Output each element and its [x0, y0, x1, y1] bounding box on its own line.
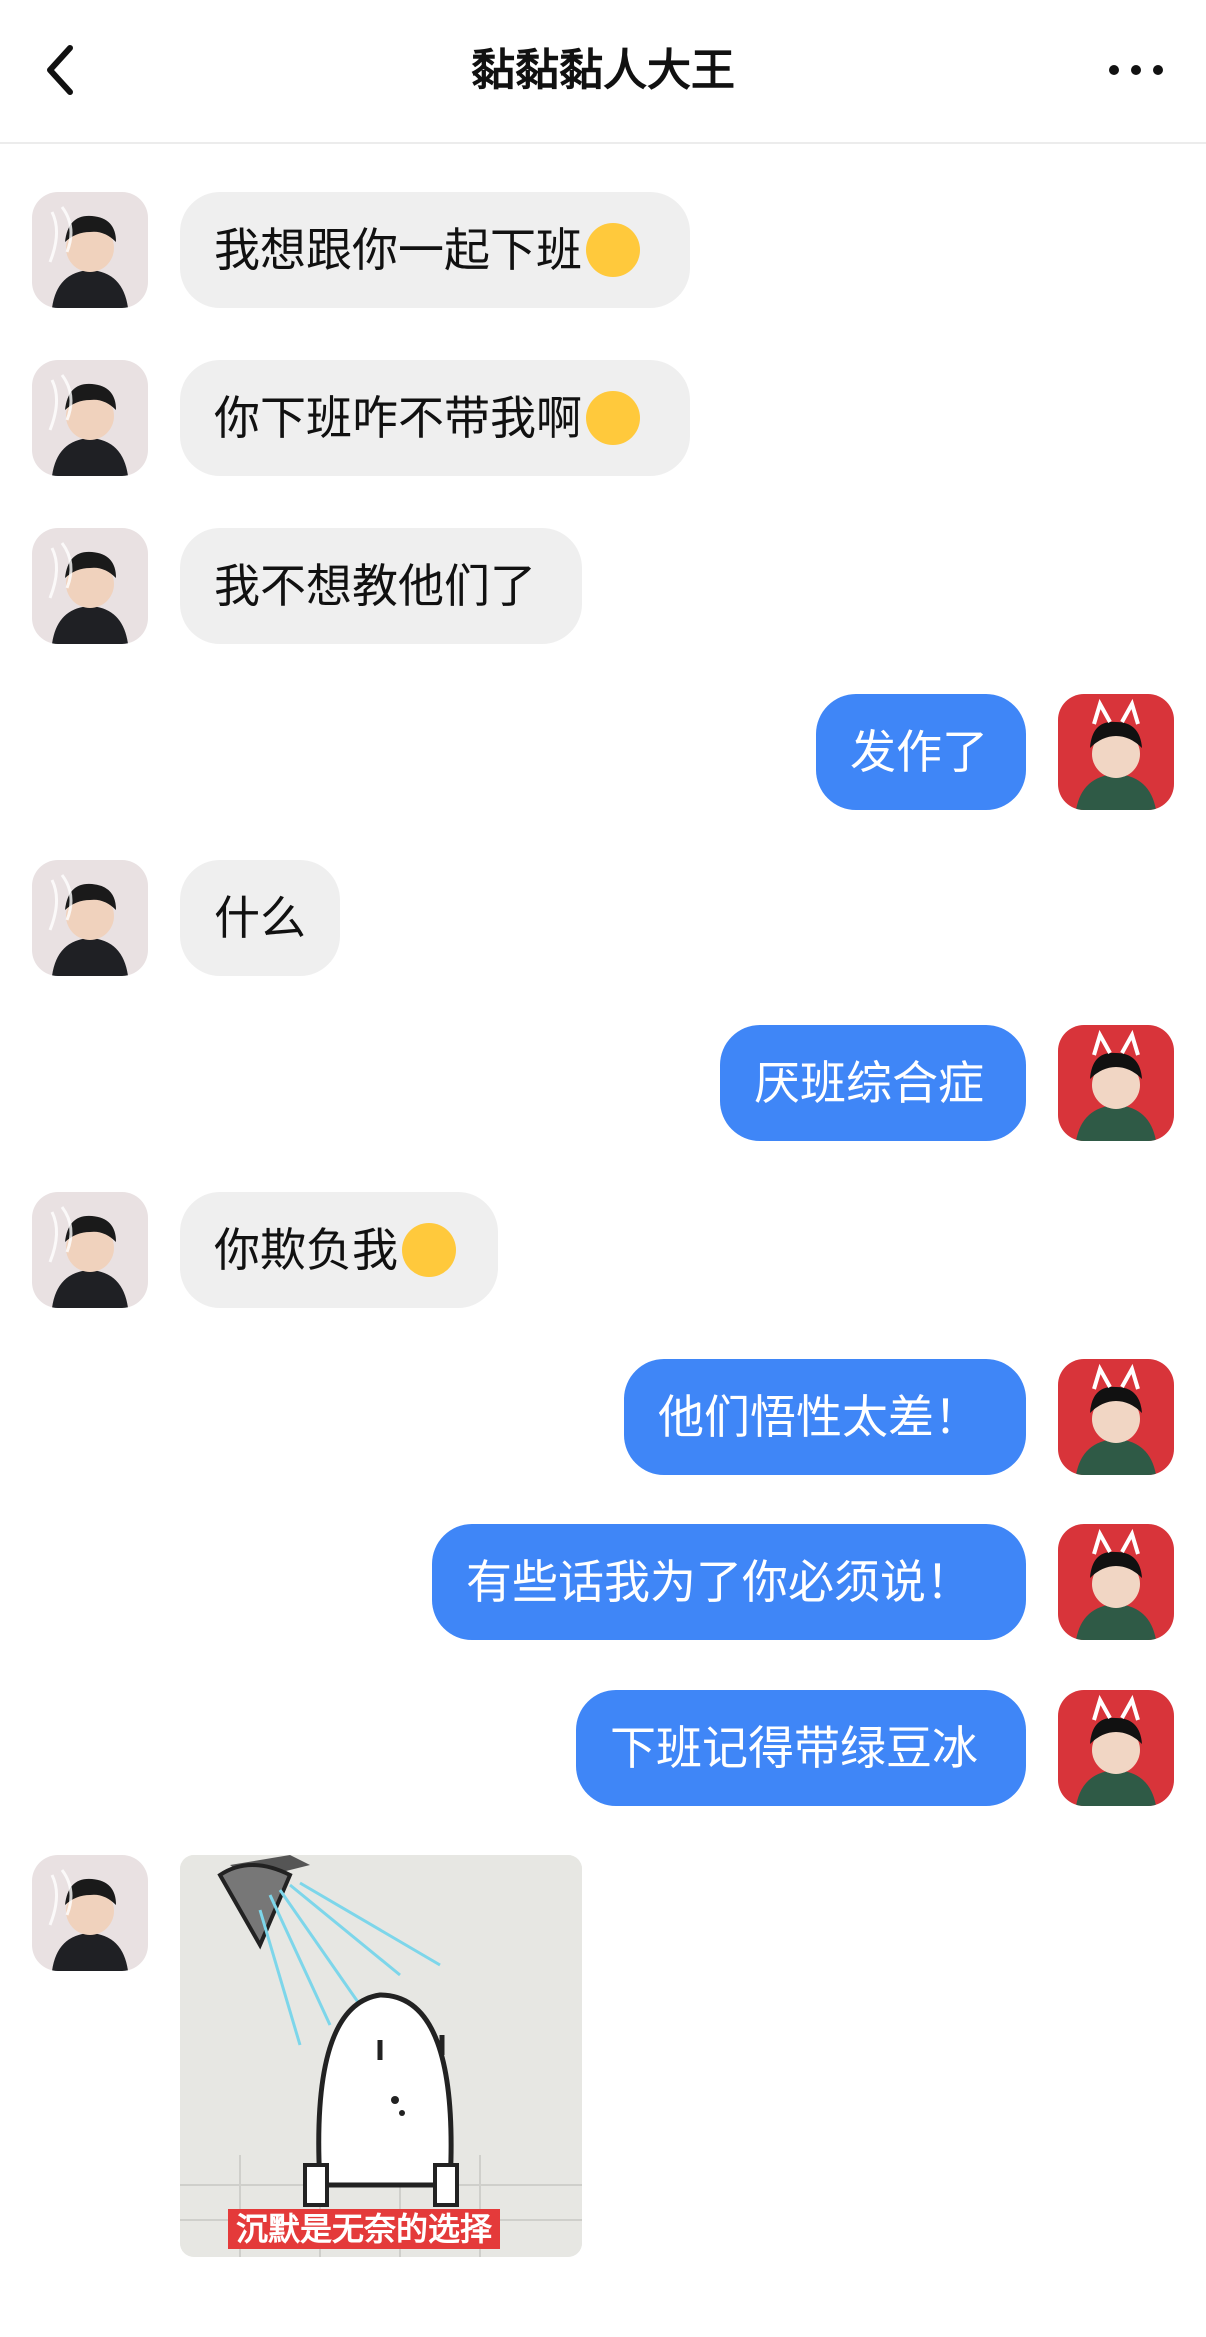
message-text: 有些话我为了你必须说！ — [466, 1555, 972, 1609]
crying-emoji-icon — [586, 222, 640, 277]
more-button[interactable] — [1096, 40, 1176, 100]
message-text: 你下班咋不带我啊 — [214, 391, 582, 445]
contact-avatar[interactable] — [32, 192, 148, 308]
message-text: 你欺负我 — [214, 1223, 398, 1277]
my-avatar[interactable] — [1058, 1359, 1174, 1475]
shower-ghost-illustration — [180, 1855, 582, 2257]
contact-avatar[interactable] — [32, 360, 148, 476]
message-bubble-incoming[interactable]: 我想跟你一起下班 — [180, 192, 690, 308]
message-bubble-incoming[interactable]: 我不想教他们了 — [180, 528, 582, 644]
message-bubble-incoming[interactable]: 你下班咋不带我啊 — [180, 360, 690, 476]
message-text: 发作了 — [850, 725, 988, 779]
message-bubble-outgoing[interactable]: 下班记得带绿豆冰 — [576, 1690, 1026, 1806]
message-text: 我想跟你一起下班 — [214, 223, 582, 277]
crying-emoji-icon — [402, 1222, 456, 1277]
contact-avatar[interactable] — [32, 528, 148, 644]
message-bubble-outgoing[interactable]: 有些话我为了你必须说！ — [432, 1524, 1026, 1640]
message-text: 我不想教他们了 — [214, 559, 536, 613]
my-avatar[interactable] — [1058, 1690, 1174, 1806]
message-text: 厌班综合症 — [754, 1056, 984, 1110]
message-text: 他们悟性太差！ — [658, 1390, 980, 1444]
contact-avatar[interactable] — [32, 860, 148, 976]
crying-emoji-icon — [586, 390, 640, 445]
message-bubble-incoming[interactable]: 你欺负我 — [180, 1192, 498, 1308]
contact-avatar[interactable] — [32, 1855, 148, 1971]
sticker-image[interactable]: 沉默是无奈的选择 — [180, 1855, 582, 2257]
contact-avatar[interactable] — [32, 1192, 148, 1308]
chat-header: 黏黏黏人大王 — [0, 0, 1206, 144]
more-dots-icon — [1109, 65, 1163, 75]
message-bubble-outgoing[interactable]: 他们悟性太差！ — [624, 1359, 1026, 1475]
message-bubble-outgoing[interactable]: 厌班综合症 — [720, 1025, 1026, 1141]
message-text: 下班记得带绿豆冰 — [610, 1721, 978, 1775]
message-bubble-incoming[interactable]: 什么 — [180, 860, 340, 976]
my-avatar[interactable] — [1058, 694, 1174, 810]
sticker-caption: 沉默是无奈的选择 — [228, 2209, 501, 2249]
message-text: 什么 — [214, 891, 306, 945]
chat-title: 黏黏黏人大王 — [471, 45, 735, 96]
message-bubble-outgoing[interactable]: 发作了 — [816, 694, 1026, 810]
my-avatar[interactable] — [1058, 1524, 1174, 1640]
my-avatar[interactable] — [1058, 1025, 1174, 1141]
